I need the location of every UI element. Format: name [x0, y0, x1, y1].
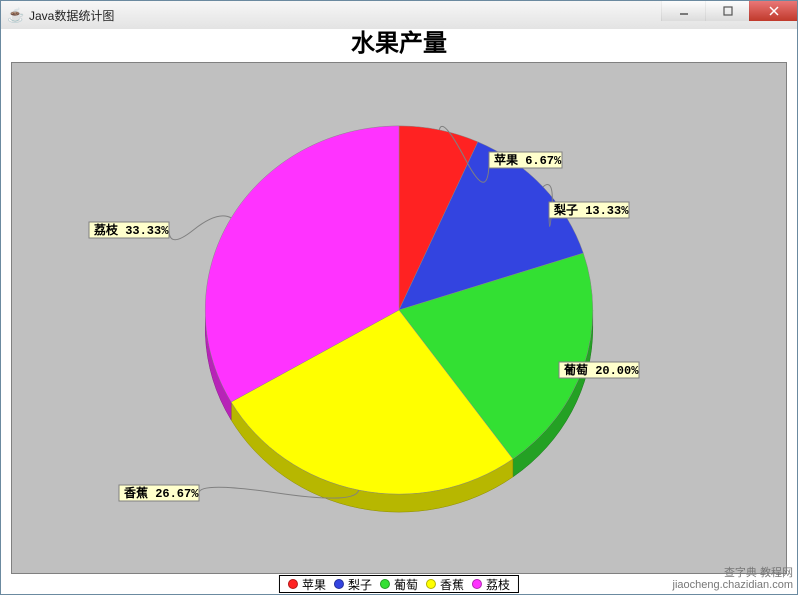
window-title: Java数据统计图 — [29, 7, 114, 24]
slice-label: 香蕉 26.67% — [123, 485, 199, 501]
legend-label: 葡萄 — [394, 576, 418, 593]
pie-chart: 苹果 6.67% 梨子 13.33% 葡萄 20.00% 香蕉 26.67% 荔枝 33… — [12, 63, 786, 573]
chart-title: 水果产量 — [1, 29, 797, 61]
window-controls — [661, 1, 797, 21]
legend-item: 葡萄 — [380, 576, 418, 593]
slice-label: 苹果 6.67% — [494, 152, 562, 168]
slice-label: 葡萄 20.00% — [563, 362, 639, 378]
legend-item: 梨子 — [334, 576, 372, 593]
legend-label: 苹果 — [302, 576, 326, 593]
maximize-button[interactable] — [705, 1, 749, 21]
legend-swatch — [288, 579, 298, 589]
title-bar: ☕ Java数据统计图 — [1, 1, 797, 30]
legend-item: 香蕉 — [426, 576, 464, 593]
legend-swatch — [380, 579, 390, 589]
legend-label: 梨子 — [348, 576, 372, 593]
app-window: ☕ Java数据统计图 水果产量 苹果 6.67% 梨子 13.33% 葡萄 20.… — [0, 0, 798, 595]
java-cup-icon: ☕ — [7, 7, 23, 23]
legend-label: 香蕉 — [440, 576, 464, 593]
legend-item: 荔枝 — [472, 576, 510, 593]
legend-swatch — [472, 579, 482, 589]
slice-label: 梨子 13.33% — [553, 202, 629, 218]
legend-item: 苹果 — [288, 576, 326, 593]
legend: 苹果 梨子 葡萄 香蕉 荔枝 — [279, 575, 519, 593]
legend-label: 荔枝 — [486, 576, 510, 593]
minimize-button[interactable] — [661, 1, 705, 21]
plot-frame: 苹果 6.67% 梨子 13.33% 葡萄 20.00% 香蕉 26.67% 荔枝 33… — [11, 62, 787, 574]
legend-swatch — [334, 579, 344, 589]
close-button[interactable] — [749, 1, 797, 21]
slice-label: 荔枝 33.33% — [93, 222, 169, 238]
legend-swatch — [426, 579, 436, 589]
content-area: 水果产量 苹果 6.67% 梨子 13.33% 葡萄 20.00% 香蕉 26.67%… — [1, 29, 797, 594]
